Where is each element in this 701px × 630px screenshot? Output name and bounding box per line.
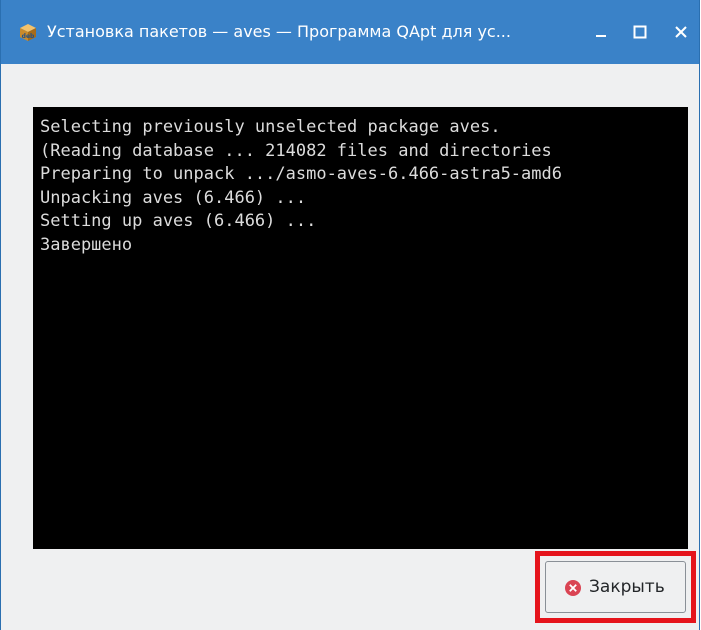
- terminal-line: Preparing to unpack .../asmo-aves-6.466-…: [40, 164, 562, 185]
- title-bar[interactable]: deb Установка пакетов — aves — Программа…: [1, 0, 699, 64]
- package-install-window: deb Установка пакетов — aves — Программа…: [0, 0, 700, 630]
- maximize-icon[interactable]: [628, 20, 652, 44]
- terminal-line: Setting up aves (6.466) ...: [40, 211, 317, 232]
- terminal-output[interactable]: Selecting previously unselected package …: [33, 107, 688, 549]
- deb-package-icon: deb: [18, 22, 38, 42]
- window-title: Установка пакетов — aves — Программа QAp…: [47, 22, 511, 41]
- minimize-icon[interactable]: [589, 20, 613, 44]
- svg-text:deb: deb: [22, 33, 35, 40]
- close-icon[interactable]: [669, 20, 693, 44]
- close-circle-icon: [564, 579, 582, 597]
- terminal-line: Завершено: [40, 234, 133, 255]
- terminal-line: Selecting previously unselected package …: [40, 117, 501, 137]
- terminal-line: Unpacking aves (6.466) ...: [40, 187, 307, 208]
- terminal-line: (Reading database ... 214082 files and d…: [40, 140, 552, 161]
- close-button-label: Закрыть: [589, 577, 665, 597]
- close-button[interactable]: Закрыть: [545, 561, 686, 613]
